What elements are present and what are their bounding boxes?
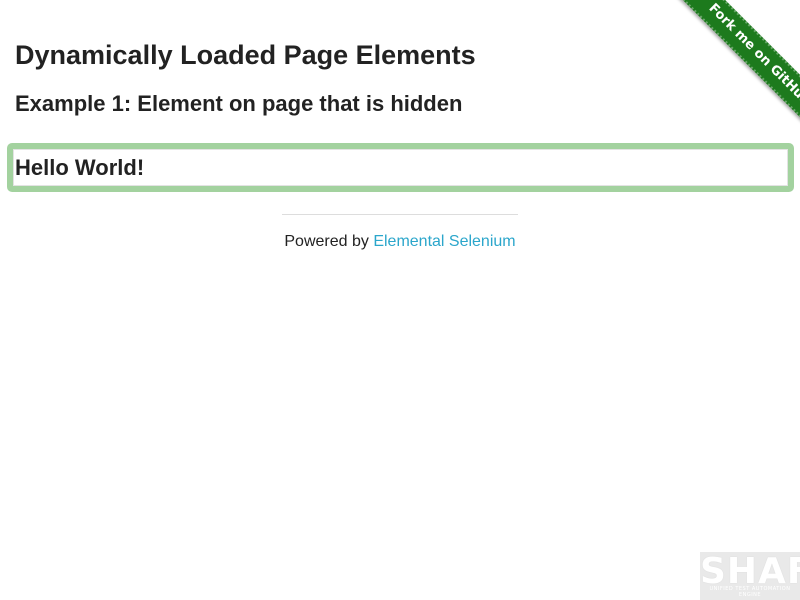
footer-divider [282,214,518,215]
example-title: Example 1: Element on page that is hidde… [15,91,463,116]
page-footer: Powered by Elemental Selenium [0,232,800,252]
page-title: Dynamically Loaded Page Elements [15,40,476,70]
finish-message: Hello World! [15,155,145,180]
shaft-logo-tagline: UNIFIED TEST AUTOMATION ENGINE [709,586,791,598]
fork-me-ribbon[interactable]: Fork me on GitHub [651,0,800,149]
elemental-selenium-link[interactable]: Elemental Selenium [373,233,515,250]
powered-by-label: Powered by [284,233,374,250]
shaft-logo: SHAFT UNIFIED TEST AUTOMATION ENGINE [700,552,800,600]
fork-me-ribbon-label[interactable]: Fork me on GitHub [677,0,800,137]
